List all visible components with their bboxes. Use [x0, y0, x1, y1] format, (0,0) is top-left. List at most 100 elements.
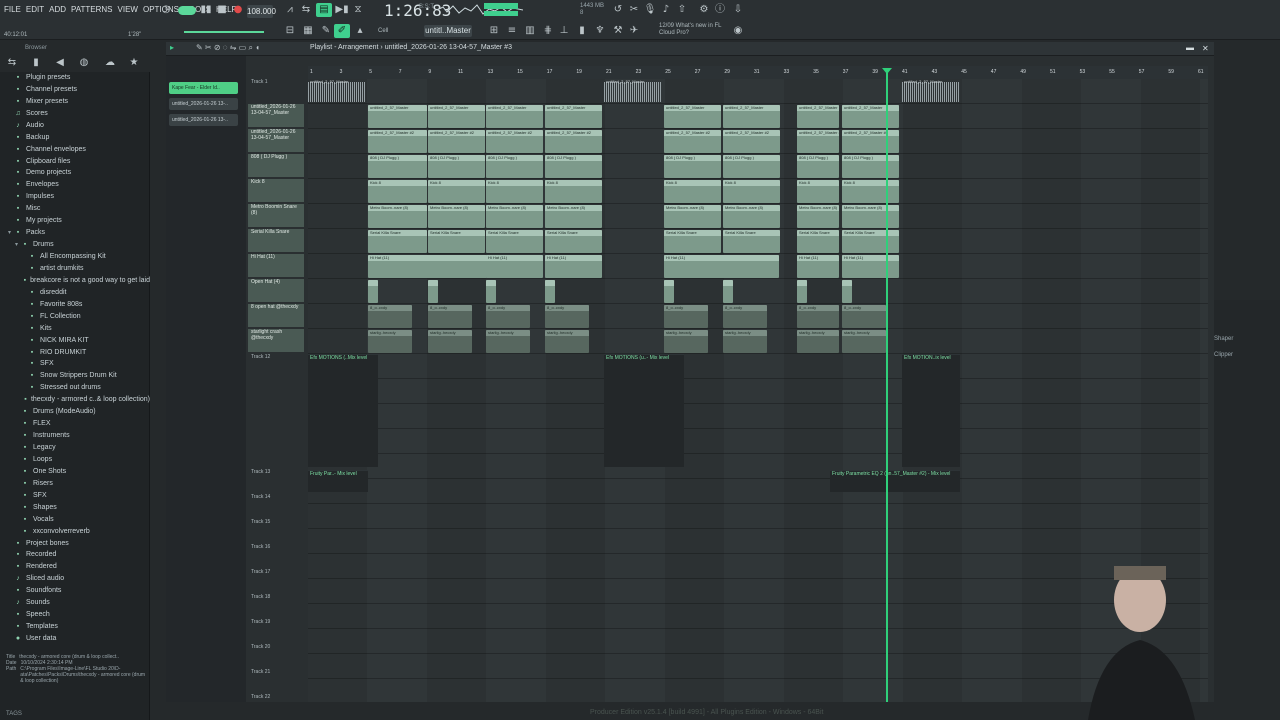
tools-icon[interactable]: ⚒ — [610, 24, 626, 38]
pattern-clip[interactable]: Kick 8 — [723, 180, 780, 203]
pattern-clip[interactable]: starlig..hecxdy — [428, 330, 472, 353]
pattern-clip[interactable]: 8_o..cxdy — [428, 305, 472, 328]
automation-clip[interactable]: Fruity Par..- Mix level — [308, 470, 368, 492]
browser-item[interactable]: ▪ Stressed out drums — [0, 382, 150, 394]
pattern-clip[interactable]: Kick 8 — [797, 180, 839, 203]
pattern-clip[interactable]: 8_o..cxdy — [486, 305, 530, 328]
plugin-picker-icon[interactable]: ♆ — [592, 24, 608, 38]
audio-clip[interactable] — [902, 82, 960, 102]
plugin-slot-clipper[interactable]: Clipper — [1214, 352, 1233, 358]
browser-item[interactable]: ▪ Misc — [0, 203, 150, 215]
undo-icon[interactable]: ↺ — [610, 3, 626, 17]
menu-file[interactable]: FILE — [4, 5, 21, 14]
browser-item[interactable]: ♪ Sounds — [0, 597, 150, 609]
pattern-clip[interactable]: 8_o..cxdy — [842, 305, 886, 328]
pattern-clip[interactable]: 808 ( DJ Plugg ) — [545, 155, 602, 178]
track-header[interactable]: Track 22 — [248, 694, 304, 704]
pattern-clip[interactable]: untitled_2_57_Master — [842, 105, 899, 128]
pattern-clip[interactable]: starlig..hecxdy — [545, 330, 589, 353]
browser-item[interactable]: ▪ Soundfonts — [0, 585, 150, 597]
track-header[interactable]: 8 open hat @thecxdy — [248, 304, 304, 327]
browser-item[interactable]: ▪ Loops — [0, 454, 150, 466]
minimize-icon[interactable]: ▬ — [1186, 43, 1194, 52]
browser-item[interactable]: ▪ Clipboard files — [0, 156, 150, 168]
master-volume-slider[interactable] — [184, 31, 264, 33]
automation-clip[interactable]: Efx MOTIONS (u..- Mix level — [604, 354, 684, 467]
browser-icon[interactable]: ⊥ — [556, 24, 572, 38]
menu-add[interactable]: ADD — [49, 5, 66, 14]
pattern-clip[interactable]: starlig..hecxdy — [842, 330, 886, 353]
track-header[interactable]: Metro Boomin Snare (8) — [248, 204, 304, 227]
pattern-clip[interactable]: starlig..hecxdy — [664, 330, 708, 353]
pattern-icon[interactable]: ▦ — [300, 24, 316, 38]
timeline-ruler[interactable]: 1 3 5 7 9 11 13 15 17 19 21 23 25 27 29 31 33 35 37 39 41 43 4… — [308, 66, 1208, 79]
pattern-clip[interactable]: starlig..hecxdy — [486, 330, 530, 353]
pattern-clip[interactable]: Serial Killa Snare — [723, 230, 780, 253]
browser-item[interactable]: ▪ SFX — [0, 359, 150, 371]
pattern-clip[interactable]: untitled_2_57_Master #2 — [842, 130, 899, 153]
browser-item[interactable]: ▪ Drums (ModeAudio) — [0, 406, 150, 418]
picker-item[interactable]: untitled_2026-01-26 13-.. — [169, 98, 238, 110]
playlist-arrow-icon[interactable]: ▸ — [170, 43, 174, 52]
pattern-clip[interactable]: untitled_2_57_Master — [545, 105, 602, 128]
pattern-clip[interactable]: Kick 8 — [428, 180, 485, 203]
track-header[interactable]: Hi Hat (11) — [248, 254, 304, 277]
pattern-clip[interactable]: 808 ( DJ Plugg ) — [842, 155, 899, 178]
browser-item[interactable]: ♪ Audio — [0, 120, 150, 132]
browser-item[interactable]: ▪ thecxdy - armored c..& loop collection) — [0, 394, 150, 406]
browser-item[interactable]: ▪ artist drumkits — [0, 263, 150, 275]
pattern-clip[interactable] — [368, 280, 378, 303]
pattern-clip[interactable]: Metro Boom..nare (8) — [428, 205, 485, 228]
pattern-clip[interactable]: Metro Boom..nare (8) — [664, 205, 721, 228]
pattern-clip[interactable]: Serial Killa Snare — [797, 230, 839, 253]
pattern-clip[interactable] — [545, 280, 555, 303]
pattern-clip[interactable]: Metro Boom..nare (8) — [545, 205, 602, 228]
pattern-clip[interactable]: Serial Killa Snare — [842, 230, 899, 253]
pattern-clip[interactable]: untitled_2_57_Master #2 — [545, 130, 602, 153]
pattern-clip[interactable]: 808 ( DJ Plugg ) — [368, 155, 427, 178]
pattern-clip[interactable]: Hi Hat (11) — [842, 255, 899, 278]
pattern-clip[interactable]: Serial Killa Snare — [368, 230, 427, 253]
browser-item[interactable]: ▪ Snow Strippers Drum Kit — [0, 370, 150, 382]
browser-item[interactable]: ▪ All Encompassing Kit — [0, 251, 150, 263]
track-header[interactable]: Track 1 — [248, 79, 304, 89]
pattern-clip[interactable]: 8_o..cxdy — [545, 305, 589, 328]
pattern-clip[interactable]: 808 ( DJ Plugg ) — [664, 155, 721, 178]
step-edit-icon[interactable]: ▶▮ — [334, 3, 350, 17]
pattern-clip[interactable]: Metro Boom..nare (8) — [486, 205, 543, 228]
touch-keyboard-icon[interactable]: ✈ — [626, 24, 642, 38]
close-icon[interactable]: ✕ — [1202, 44, 1209, 53]
track-header[interactable]: Track 13 — [248, 469, 304, 479]
song-mode-toggle[interactable] — [178, 6, 196, 15]
pattern-clip[interactable] — [486, 280, 496, 303]
browser-item[interactable]: ▪ SFX — [0, 490, 150, 502]
audio-clip[interactable] — [604, 82, 662, 102]
plugin-db-icon[interactable]: ▮ — [574, 24, 590, 38]
pattern-clip[interactable]: Kick 8 — [368, 180, 427, 203]
menu-patterns[interactable]: PATTERNS — [71, 5, 112, 14]
pattern-clip[interactable]: untitled_2_57_Master — [486, 105, 543, 128]
pattern-clip[interactable]: Kick 8 — [486, 180, 543, 203]
browser-item[interactable]: ♪ Sliced audio — [0, 573, 150, 585]
browser-item[interactable]: ▪ Instruments — [0, 430, 150, 442]
menu-view[interactable]: VIEW — [118, 5, 138, 14]
pattern-clip[interactable]: Kick 8 — [545, 180, 602, 203]
browser-item[interactable]: ▪ Rendered — [0, 561, 150, 573]
pattern-clip[interactable]: 808 ( DJ Plugg ) — [486, 155, 543, 178]
pattern-clip[interactable]: untitled_2_57_Master #2 — [368, 130, 427, 153]
pattern-clip[interactable]: starlig..hecxdy — [368, 330, 412, 353]
pattern-clip[interactable]: 8_o..cxdy — [368, 305, 412, 328]
plugin-slot-shaper[interactable]: Shaper — [1214, 336, 1233, 342]
pattern-clip[interactable]: untitled_2_57_Master #2 — [428, 130, 485, 153]
menu-edit[interactable]: EDIT — [26, 5, 44, 14]
track-header[interactable]: 808 ( DJ Plugg ) — [248, 154, 304, 177]
track-header[interactable]: Track 19 — [248, 619, 304, 629]
record-mode-icon[interactable]: ▤ — [316, 3, 332, 17]
loop-icon[interactable]: ⇆ — [298, 3, 314, 17]
browser-current-project-icon[interactable]: ▮ — [28, 56, 44, 70]
tempo-display[interactable]: 108.000 — [247, 5, 276, 18]
pattern-clip[interactable]: Metro Boom..nare (8) — [797, 205, 839, 228]
track-header[interactable]: Track 16 — [248, 544, 304, 554]
midi-icon[interactable]: ♪ — [658, 3, 674, 17]
pattern-clip[interactable]: untitled_2_57_Master #2 — [723, 130, 780, 153]
